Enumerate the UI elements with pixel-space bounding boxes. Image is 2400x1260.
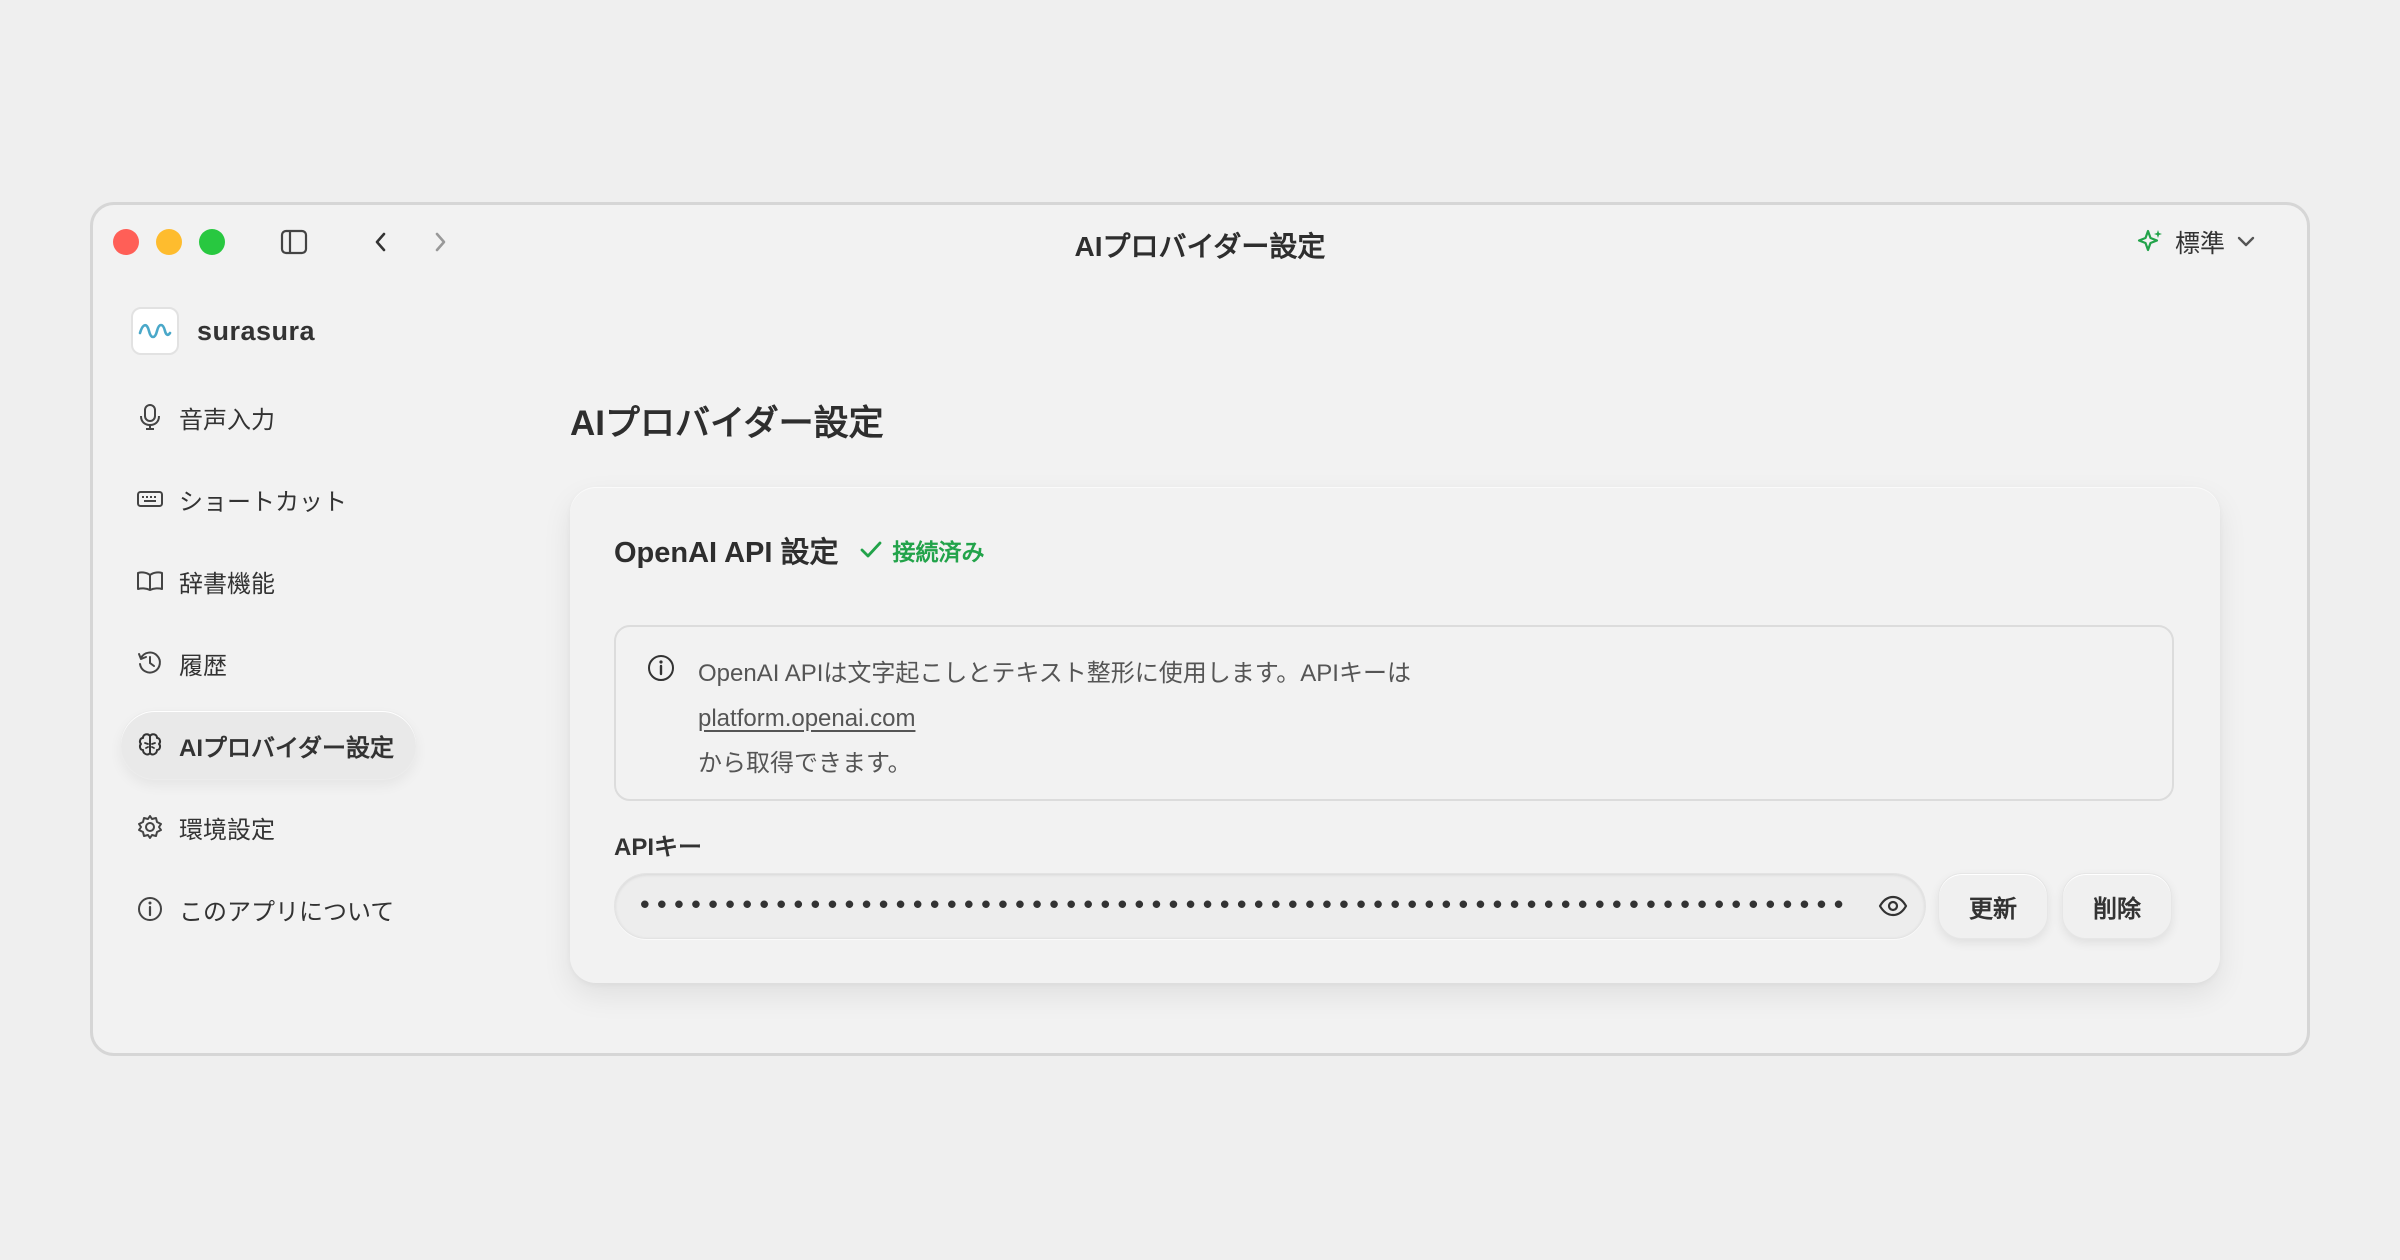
brand-name: surasura: [197, 315, 316, 346]
delete-button[interactable]: 削除: [2062, 873, 2172, 939]
sidebar-item-label: AIプロバイダー設定: [179, 734, 395, 762]
sidebar-item-history[interactable]: 履歴: [121, 629, 249, 697]
mode-select[interactable]: 標準: [2135, 223, 2257, 261]
info-text: OpenAI APIは文字起こしとテキスト整形に使用します。APIキーは pla…: [698, 651, 1411, 786]
app-logo-icon: [131, 307, 179, 355]
sidebar-item-label: 履歴: [179, 652, 227, 680]
sidebar-item-label: このアプリについて: [179, 898, 395, 926]
openai-settings-card: OpenAI API 設定 接続済み OpenAI APIは文字起こしとテキスト…: [570, 487, 2220, 983]
status-text: 接続済み: [892, 539, 985, 565]
sidebar-item-label: 辞書機能: [179, 570, 275, 598]
book-icon: [135, 566, 165, 596]
openai-platform-link[interactable]: platform.openai.com: [698, 705, 915, 732]
sidebar-item-label: 音声入力: [179, 406, 275, 434]
card-header: OpenAI API 設定 接続済み: [614, 529, 985, 571]
card-title: OpenAI API 設定: [614, 537, 839, 569]
sidebar: surasura 音声入力 ショートカット 辞書機能 履歴 AIプロバイダー設定…: [93, 285, 433, 1045]
sidebar-item-voice-input[interactable]: 音声入力: [121, 383, 297, 451]
brain-icon: [135, 730, 165, 760]
history-icon: [135, 648, 165, 678]
sidebar-item-about[interactable]: このアプリについて: [121, 875, 416, 943]
info-line: から取得できます。: [698, 750, 912, 777]
api-key-value: ••••••••••••••••••••••••••••••••••••••••…: [637, 891, 1847, 921]
sidebar-item-label: ショートカット: [179, 488, 347, 516]
status-badge: 接続済み: [859, 533, 985, 567]
chevron-down-icon: [2235, 235, 2257, 249]
sparkle-icon: [2135, 227, 2165, 257]
sidebar-item-label: 環境設定: [179, 816, 275, 844]
app-window: AIプロバイダー設定 標準 surasura 音声入力 ショートカット 辞書機能…: [90, 202, 2310, 1056]
eye-icon[interactable]: [1877, 890, 1909, 922]
titlebar: AIプロバイダー設定 標準: [93, 205, 2307, 285]
gear-icon: [135, 812, 165, 842]
keyboard-icon: [135, 484, 165, 514]
info-line: OpenAI APIは文字起こしとテキスト整形に使用します。APIキーは: [698, 660, 1411, 687]
microphone-icon: [135, 402, 165, 432]
info-icon: [135, 894, 165, 924]
info-box: OpenAI APIは文字起こしとテキスト整形に使用します。APIキーは pla…: [614, 625, 2174, 801]
api-key-label: APIキー: [614, 834, 703, 861]
info-circle-icon: [646, 653, 676, 683]
brand: surasura: [131, 307, 315, 355]
checkmark-icon: [859, 539, 883, 561]
update-button[interactable]: 更新: [1938, 873, 2048, 939]
sidebar-item-preferences[interactable]: 環境設定: [121, 793, 297, 861]
sidebar-nav: 音声入力 ショートカット 辞書機能 履歴 AIプロバイダー設定 環境設定 このア…: [121, 383, 421, 957]
window-title: AIプロバイダー設定: [1074, 231, 1326, 262]
sidebar-item-shortcut[interactable]: ショートカット: [121, 465, 369, 533]
mode-label: 標準: [2174, 230, 2225, 258]
api-key-field[interactable]: ••••••••••••••••••••••••••••••••••••••••…: [614, 873, 1926, 939]
page-title: AIプロバイダー設定: [570, 404, 884, 443]
sidebar-item-ai-provider[interactable]: AIプロバイダー設定: [121, 711, 417, 779]
sidebar-item-dictionary[interactable]: 辞書機能: [121, 547, 297, 615]
